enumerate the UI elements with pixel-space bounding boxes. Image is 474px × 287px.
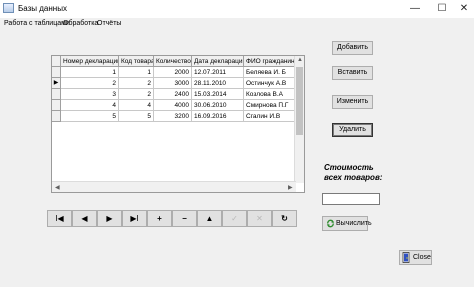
close-label: Close xyxy=(413,254,431,261)
scroll-right-icon[interactable]: ▶ xyxy=(288,184,293,191)
total-cost-label-line2: всех товаров: xyxy=(324,173,383,182)
table-cell[interactable]: 2 xyxy=(61,78,119,89)
row-indicator[interactable] xyxy=(52,100,61,111)
close-button[interactable]: Close xyxy=(399,250,432,265)
table-cell[interactable]: 5 xyxy=(119,111,154,122)
remove-button[interactable]: Удалить xyxy=(332,123,373,137)
data-grid[interactable]: Номер декларации Код товара Количество Д… xyxy=(51,55,305,193)
insert-record-button[interactable]: + xyxy=(147,210,172,227)
table-cell[interactable]: 16.09.2016 xyxy=(192,111,244,122)
column-header-citizen-name[interactable]: ФИО гражданина xyxy=(244,56,296,67)
table-cell[interactable]: 15.03.2014 xyxy=(192,89,244,100)
minimize-button[interactable]: — xyxy=(400,0,430,18)
table-cell[interactable]: 1 xyxy=(119,67,154,78)
window-title: Базы данных xyxy=(18,4,67,13)
row-indicator[interactable] xyxy=(52,111,61,122)
refresh-button[interactable]: ↻ xyxy=(272,210,297,227)
current-row-indicator[interactable]: ▶ xyxy=(52,78,61,89)
menu-tables[interactable]: Работа с таблицами xyxy=(4,20,70,27)
post-edit-button[interactable]: ✓ xyxy=(222,210,247,227)
insert-button[interactable]: Вставить xyxy=(332,66,373,80)
table-cell[interactable]: 2 xyxy=(119,78,154,89)
close-window-button[interactable]: ✕ xyxy=(449,0,474,18)
table-cell[interactable]: 4000 xyxy=(154,100,192,111)
vertical-scrollbar[interactable]: ▲ xyxy=(294,56,304,183)
table-cell[interactable]: 1 xyxy=(61,67,119,78)
table-cell[interactable]: 2400 xyxy=(154,89,192,100)
table-cell[interactable]: 3000 xyxy=(154,78,192,89)
app-icon xyxy=(3,3,14,13)
table-cell[interactable]: Беляева И. Б xyxy=(244,67,296,78)
table-cell[interactable]: Сгалин И.В xyxy=(244,111,296,122)
grid-corner xyxy=(52,56,61,67)
column-header-declaration-date[interactable]: Дата декларации xyxy=(192,56,244,67)
change-button[interactable]: Изменить xyxy=(332,95,373,109)
table-cell[interactable]: 3200 xyxy=(154,111,192,122)
title-bar: Базы данных — ☐ ✕ xyxy=(0,0,474,18)
prior-record-button[interactable]: ◀ xyxy=(72,210,97,227)
menu-processing[interactable]: Обработка xyxy=(63,20,98,27)
scroll-up-icon[interactable]: ▲ xyxy=(297,57,303,63)
calculate-button[interactable]: Вычислить xyxy=(322,216,372,231)
delete-record-button[interactable]: − xyxy=(172,210,197,227)
total-cost-field[interactable] xyxy=(322,193,380,205)
door-icon xyxy=(402,252,410,263)
refresh-arrows-icon xyxy=(326,219,335,228)
table-cell[interactable]: 2000 xyxy=(154,67,192,78)
table-cell[interactable]: Козлова В.А xyxy=(244,89,296,100)
row-indicator[interactable] xyxy=(52,67,61,78)
table-cell[interactable]: 30.06.2010 xyxy=(192,100,244,111)
add-button[interactable]: Добавить xyxy=(332,41,373,55)
menu-reports[interactable]: Отчёты xyxy=(97,20,121,27)
table-cell[interactable]: 4 xyxy=(119,100,154,111)
cancel-edit-button[interactable]: ✕ xyxy=(247,210,272,227)
table-cell[interactable]: 3 xyxy=(61,89,119,100)
table-cell[interactable]: 2 xyxy=(119,89,154,100)
column-header-quantity[interactable]: Количество xyxy=(154,56,192,67)
last-record-button[interactable]: ▶I xyxy=(122,210,147,227)
next-record-button[interactable]: ▶ xyxy=(97,210,122,227)
table-cell[interactable]: 5 xyxy=(61,111,119,122)
menu-bar: Работа с таблицами Обработка Отчёты xyxy=(0,18,474,30)
horizontal-scrollbar[interactable]: ◀ ▶ xyxy=(52,181,296,192)
edit-record-button[interactable]: ▲ xyxy=(197,210,222,227)
table-cell[interactable]: Смирнова П.Г xyxy=(244,100,296,111)
table-cell[interactable]: 4 xyxy=(61,100,119,111)
column-header-product-code[interactable]: Код товара xyxy=(119,56,154,67)
row-indicator[interactable] xyxy=(52,89,61,100)
vertical-scroll-thumb[interactable] xyxy=(296,67,303,135)
total-cost-label-line1: Стоимость xyxy=(324,163,374,172)
table-cell[interactable]: 12.07.2011 xyxy=(192,67,244,78)
table-cell[interactable]: Остинчук А.В xyxy=(244,78,296,89)
scroll-left-icon[interactable]: ◀ xyxy=(55,184,60,191)
db-navigator: I◀ ◀ ▶ ▶I + − ▲ ✓ ✕ ↻ xyxy=(47,210,305,228)
first-record-button[interactable]: I◀ xyxy=(47,210,72,227)
table-cell[interactable]: 28.11.2010 xyxy=(192,78,244,89)
column-header-declaration-number[interactable]: Номер декларации xyxy=(61,56,119,67)
calculate-label: Вычислить xyxy=(336,220,372,227)
